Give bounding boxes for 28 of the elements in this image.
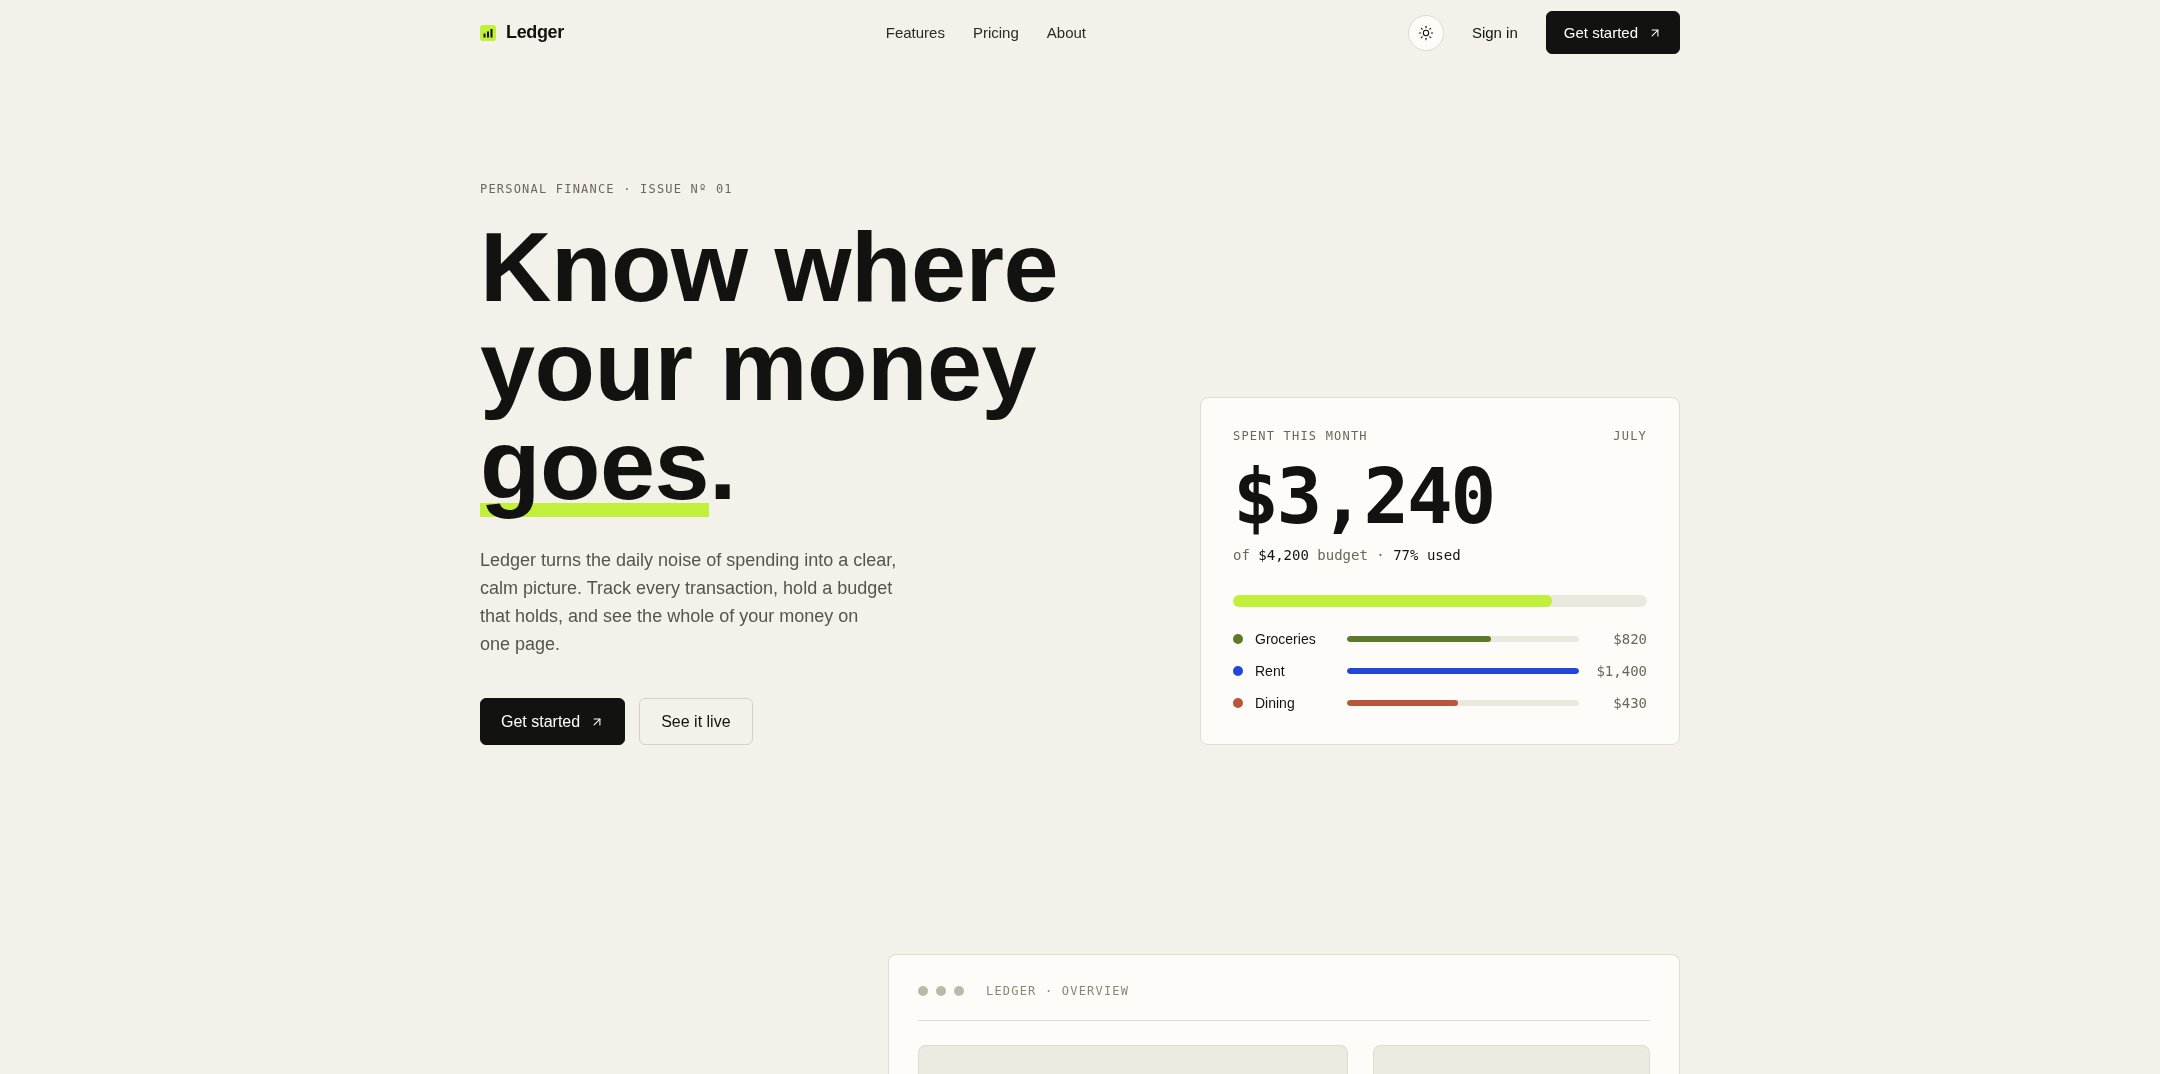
window-dot-icon [918, 986, 928, 996]
see-it-live-button[interactable]: See it live [639, 698, 753, 745]
window-title: LEDGER · OVERVIEW [986, 983, 1130, 999]
sign-in-link[interactable]: Sign in [1471, 24, 1518, 41]
category-name: Dining [1255, 695, 1296, 711]
eyebrow-text: PERSONAL FINANCE · ISSUE Nº 01 [480, 181, 733, 197]
hero-description: Ledger turns the daily noise of spending into a clear, calm picture. Track every transaction, hold a budget that holds, and see the whole of your money on one page. [480, 549, 898, 656]
spent-amount: $3,240 [1233, 459, 1494, 535]
bar-chart-logo-icon [480, 24, 496, 41]
card-label: SPENT THIS MONTH [1233, 428, 1368, 444]
hero-heading: Know where your money goes. [480, 217, 1059, 522]
window-dot-icon [954, 986, 964, 996]
category-amount: $430 [1613, 695, 1647, 711]
nav-link[interactable]: Features [885, 24, 945, 41]
logo-link[interactable]: Ledger [480, 22, 564, 43]
sun-icon [1417, 24, 1434, 41]
nav-link[interactable]: About [1046, 24, 1086, 41]
category-amount: $820 [1613, 631, 1647, 647]
window-dot-icon [936, 986, 946, 996]
category-amount: $1,400 [1596, 663, 1647, 679]
get-started-button[interactable]: Get started [480, 698, 626, 745]
month-label: JULY [1613, 428, 1647, 444]
theme-toggle-button[interactable] [1407, 14, 1444, 51]
get-started-button[interactable]: Get started [1545, 11, 1680, 54]
budget-summary: of $4,200 budget · 77% used [1233, 546, 1461, 565]
category-name: Groceries [1255, 631, 1317, 647]
nav-link[interactable]: Pricing [972, 24, 1019, 41]
category-name: Rent [1255, 663, 1286, 679]
